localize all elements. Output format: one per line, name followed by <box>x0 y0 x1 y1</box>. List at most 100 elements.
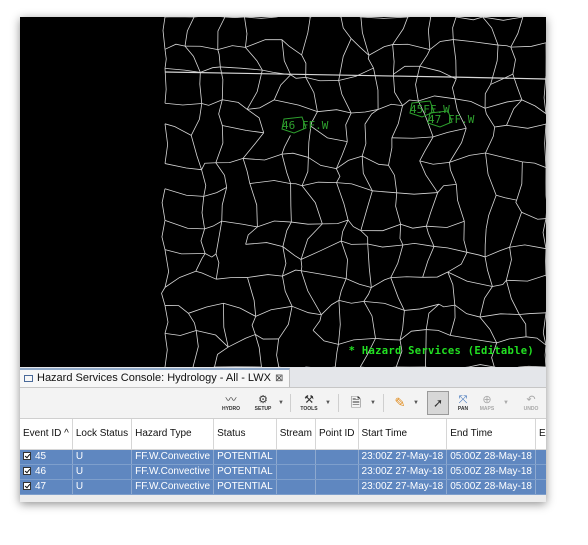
map-display[interactable]: 46 FF.W 45FF.W 47 FF.W * Hazard Services (… <box>20 17 546 367</box>
county-boundary-line <box>506 274 546 282</box>
column-header-status[interactable]: Status <box>213 419 277 450</box>
county-boundary-line <box>300 259 303 271</box>
row-checkbox[interactable] <box>23 452 31 461</box>
county-boundary-line <box>242 132 265 159</box>
county-boundary-line <box>367 243 372 288</box>
county-boundary-line <box>300 223 323 260</box>
county-boundary-line <box>484 84 491 109</box>
hydro-icon: 〰 <box>225 394 237 406</box>
tools-dropdown-icon[interactable]: ▼ <box>325 400 331 406</box>
county-boundary-line <box>360 190 373 231</box>
table-row[interactable]: 46 U FF.W.Convective POTENTIAL 23:00Z 27… <box>20 464 546 480</box>
county-boundary-line <box>322 219 349 225</box>
county-boundary-line <box>447 271 493 287</box>
column-header-point-id[interactable]: Point ID <box>315 419 359 450</box>
event-id-cell[interactable]: 46 <box>20 464 73 480</box>
setup-dropdown-icon[interactable]: ▼ <box>278 400 284 406</box>
column-header-stream[interactable]: Stream <box>276 419 316 450</box>
county-boundary-line <box>544 345 546 367</box>
column-header-end-time[interactable]: End Time <box>446 419 536 450</box>
county-boundary-line <box>161 188 166 221</box>
gear-icon: ⚙ <box>258 394 268 406</box>
county-boundary-line <box>338 38 352 81</box>
county-boundary-line <box>164 305 169 334</box>
county-boundary-line <box>217 45 246 50</box>
select-button[interactable]: ➚ <box>427 391 449 415</box>
county-boundary-line <box>164 249 170 288</box>
county-boundary-line <box>506 123 546 129</box>
county-boundary-line <box>479 316 498 344</box>
county-boundary-line <box>215 162 228 188</box>
hydro-button[interactable]: 〰 HYDRO <box>220 391 242 415</box>
county-boundary-line <box>484 228 487 257</box>
county-boundary-line <box>300 270 322 315</box>
column-header-expiration[interactable]: Expiration <box>535 419 546 450</box>
county-boundary-line <box>245 226 258 245</box>
county-boundary-line <box>392 74 403 106</box>
county-boundary-line <box>399 310 405 341</box>
county-boundary-line <box>519 312 546 315</box>
column-header-lock-status[interactable]: Lock Status <box>72 419 133 450</box>
county-boundary-line <box>496 336 527 344</box>
county-boundary-line <box>273 74 291 101</box>
column-header-event-id[interactable]: Event ID ^ <box>20 419 73 450</box>
county-boundary-line <box>164 333 168 367</box>
event-id-cell[interactable]: 45 <box>20 449 73 465</box>
row-checkbox[interactable] <box>23 467 31 476</box>
county-boundary-line <box>455 184 465 222</box>
table-row[interactable]: 47 U FF.W.Convective POTENTIAL 23:00Z 27… <box>20 479 546 495</box>
setup-button[interactable]: ⚙ SETUP <box>252 391 274 415</box>
table-row[interactable]: 45 U FF.W.Convective POTENTIAL 23:00Z 27… <box>20 449 546 465</box>
county-boundary-line <box>490 73 514 85</box>
row-checkbox[interactable] <box>23 482 31 491</box>
county-boundary-line <box>184 45 201 73</box>
county-boundary-line <box>190 103 203 136</box>
event-id-cell[interactable]: 47 <box>20 479 73 495</box>
county-boundary-line <box>449 305 456 336</box>
pan-button[interactable]: ⤧ PAN <box>452 391 474 415</box>
close-icon[interactable]: ⊠ <box>275 373 283 384</box>
county-boundary-line <box>360 17 408 19</box>
county-boundary-line <box>215 253 220 280</box>
application-window: 46 FF.W 45FF.W 47 FF.W * Hazard Services (… <box>20 17 546 502</box>
document-icon: 🗎 <box>350 395 362 410</box>
county-boundary-line <box>518 314 527 337</box>
county-boundary-line <box>360 230 369 245</box>
county-boundary-line <box>281 39 292 75</box>
county-boundary-line <box>338 300 341 345</box>
column-header-hazard-type[interactable]: Hazard Type <box>131 419 215 450</box>
county-map[interactable]: 46 FF.W45FF.W47 FF.W <box>20 17 546 367</box>
county-boundary-line <box>363 300 405 311</box>
column-header-start-time[interactable]: Start Time <box>358 419 448 450</box>
pencil-icon: ✎ <box>394 395 406 410</box>
county-boundary-line <box>426 220 465 228</box>
tools-button[interactable]: ⚒ TOOLS <box>298 391 320 415</box>
county-boundary-line <box>338 80 352 114</box>
undo-icon: ↶ <box>526 394 536 406</box>
county-boundary-line <box>223 302 256 317</box>
county-boundary-line <box>190 135 202 170</box>
county-boundary-line <box>418 95 455 102</box>
county-boundary-line <box>360 223 401 232</box>
county-boundary-line <box>456 17 483 21</box>
county-boundary-line <box>281 154 291 184</box>
county-boundary-line <box>317 109 352 114</box>
county-boundary-line <box>220 66 263 71</box>
table-header-row: Event ID ^ Lock Status Hazard Type Statu… <box>20 419 546 450</box>
county-boundary-line <box>505 280 520 315</box>
document-dropdown-icon[interactable]: ▼ <box>370 400 376 406</box>
hazard-label: 46 FF.W <box>282 119 329 132</box>
undo-button[interactable]: ↶ UNDO <box>520 391 542 415</box>
hazard-services-overlay-label: * Hazard Services (Editable) <box>348 345 534 357</box>
maps-dropdown-icon[interactable]: ▼ <box>503 400 509 406</box>
draw-button[interactable]: ✎ <box>390 391 410 415</box>
county-boundary-line <box>244 17 277 19</box>
maps-button[interactable]: ⊕ MAPS <box>476 391 498 415</box>
hazard-table: Event ID ^ Lock Status Hazard Type Statu… <box>20 419 546 495</box>
console-tab[interactable]: Hazard Services Console: Hydrology - All… <box>20 367 291 387</box>
document-button[interactable]: 🗎 <box>346 391 366 415</box>
county-boundary-line <box>542 218 546 249</box>
county-boundary-line <box>184 17 195 47</box>
county-boundary-line <box>425 303 440 330</box>
draw-dropdown-icon[interactable]: ▼ <box>413 400 419 406</box>
